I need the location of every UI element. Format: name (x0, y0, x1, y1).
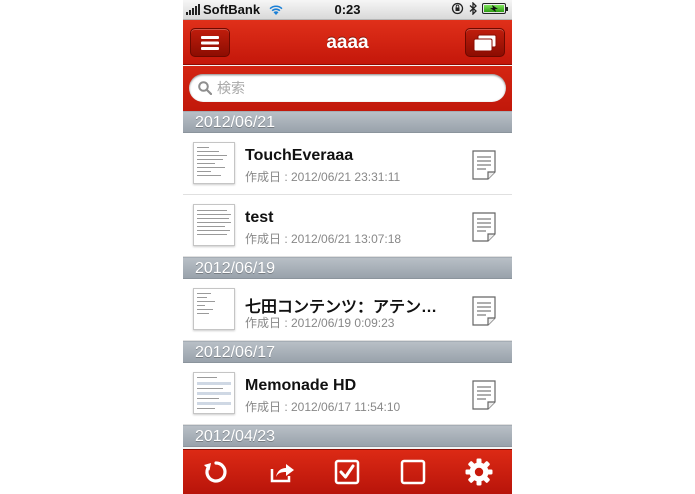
search-field[interactable] (189, 74, 506, 102)
notebook-title: aaaa (326, 32, 369, 53)
note-document-icon (472, 150, 496, 180)
battery-icon (482, 3, 508, 14)
status-bar: SoftBank 0:23 (183, 0, 512, 20)
note-created-date: 作成日 : 2012/06/19 0:09:23 (245, 316, 395, 330)
search-bar (183, 66, 512, 111)
note-created-date: 作成日 : 2012/06/17 11:54:10 (245, 400, 401, 414)
note-title: test (245, 209, 274, 226)
note-thumbnail (193, 204, 235, 246)
note-created-date: 作成日 : 2012/06/21 13:07:18 (245, 232, 402, 246)
share-button[interactable] (262, 452, 302, 492)
note-created-date: 作成日 : 2012/06/21 23:31:11 (245, 170, 401, 184)
note-list: 2012/06/21 TouchEveraaa 作成日 : 2012/06/21… (183, 111, 512, 447)
share-icon (270, 464, 294, 483)
select-all-button[interactable] (327, 452, 367, 492)
refresh-button[interactable] (196, 452, 236, 492)
section-header-date: 2012/06/21 (183, 111, 512, 133)
deselect-button[interactable] (393, 452, 433, 492)
note-row[interactable]: TouchEveraaa 作成日 : 2012/06/21 23:31:11 (183, 133, 512, 195)
notebooks-icon (473, 34, 497, 51)
settings-gear-icon (465, 458, 493, 486)
section-header-date: 2012/06/19 (183, 257, 512, 279)
note-document-icon (472, 296, 496, 326)
note-row[interactable]: 七田コンテンツ：アテン… 作成日 : 2012/06/19 0:09:23 (183, 279, 512, 341)
note-document-icon (472, 212, 496, 242)
bottom-toolbar (183, 449, 512, 494)
rotation-lock-icon (451, 2, 464, 15)
status-right (451, 2, 508, 15)
note-row[interactable]: Memonade HD 作成日 : 2012/06/17 11:54:10 (183, 363, 512, 425)
section-header-date: 2012/06/17 (183, 341, 512, 363)
menu-icon (201, 35, 219, 50)
note-row[interactable]: test 作成日 : 2012/06/21 13:07:18 (183, 195, 512, 257)
navigation-bar: aaaa (183, 20, 512, 65)
phone-screen: SoftBank 0:23 aaaa 検索 2012/06/21 TouchEv… (183, 0, 512, 494)
note-title: Memonade HD (245, 377, 357, 394)
notebooks-button[interactable] (465, 28, 505, 57)
note-thumbnail (193, 288, 235, 330)
search-icon (198, 81, 212, 95)
search-input[interactable] (217, 80, 477, 96)
section-header-date: 2012/04/23 (183, 425, 512, 447)
note-document-icon (472, 380, 496, 410)
select-all-icon (335, 459, 360, 485)
deselect-icon (401, 459, 426, 485)
refresh-icon (203, 461, 227, 483)
note-thumbnail (193, 372, 235, 414)
menu-button[interactable] (190, 28, 230, 57)
note-thumbnail (193, 142, 235, 184)
settings-button[interactable] (459, 452, 499, 492)
bluetooth-icon (469, 2, 477, 15)
note-title: TouchEveraaa (245, 147, 354, 164)
